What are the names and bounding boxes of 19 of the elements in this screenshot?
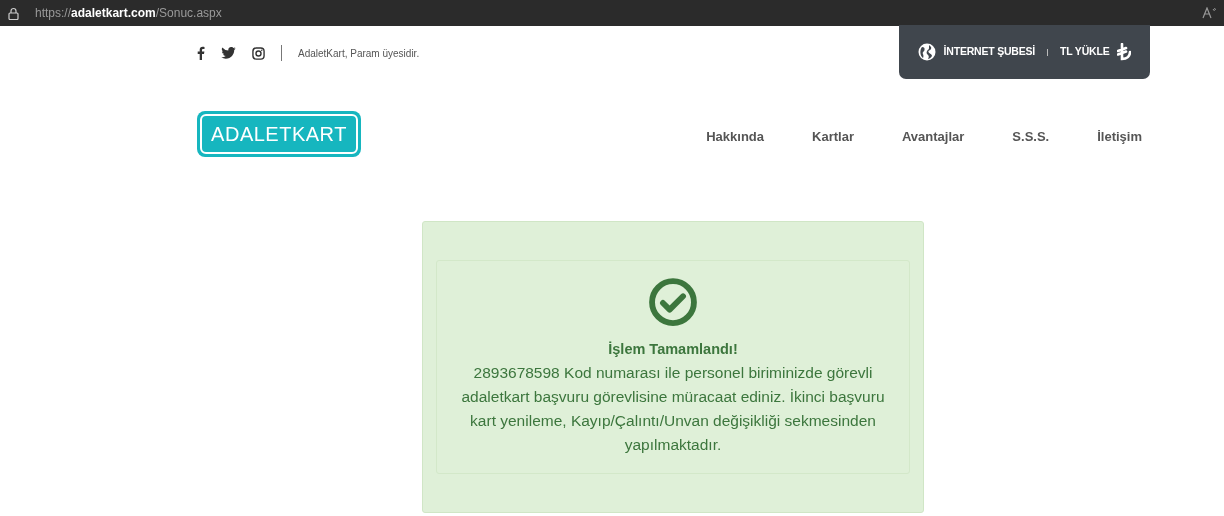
address-bar[interactable]: https://adaletkart.com/Sonuc.aspx bbox=[0, 0, 1224, 26]
nav-link[interactable]: S.S.S. bbox=[1012, 127, 1050, 147]
nav-link[interactable]: İletişim bbox=[1097, 127, 1142, 147]
lock-icon bbox=[8, 6, 19, 20]
tagline: AdaletKart, Param üyesidir. bbox=[298, 46, 420, 61]
result-message: 2893678598 Kod numarası ile personel biriminizde görevli adaletkart başvuru görevlisine müracaat ediniz. İkinci başvuru kart yenileme, Kayıp/Çalıntı/Unvan değişikliği sekmesinden yapılmaktadır. bbox=[460, 363, 886, 455]
lira-icon bbox=[1117, 43, 1132, 61]
instagram-icon[interactable] bbox=[252, 46, 265, 60]
nav-link[interactable]: Avantajlar bbox=[901, 127, 965, 147]
globe-icon bbox=[917, 43, 936, 61]
read-aloud-icon[interactable] bbox=[1202, 7, 1216, 19]
result-title: İşlem Tamamlandı! bbox=[608, 340, 738, 360]
top-link[interactable]: İNTERNET ŞUBESİ bbox=[917, 43, 1036, 61]
top-link[interactable]: TL YÜKLE bbox=[1060, 43, 1132, 61]
nav-link[interactable]: Kartlar bbox=[812, 127, 854, 147]
url-text: https://adaletkart.com/Sonuc.aspx bbox=[35, 5, 222, 22]
nav-link[interactable]: Hakkında bbox=[706, 127, 765, 147]
facebook-icon[interactable] bbox=[197, 46, 205, 60]
twitter-icon[interactable] bbox=[221, 47, 236, 59]
